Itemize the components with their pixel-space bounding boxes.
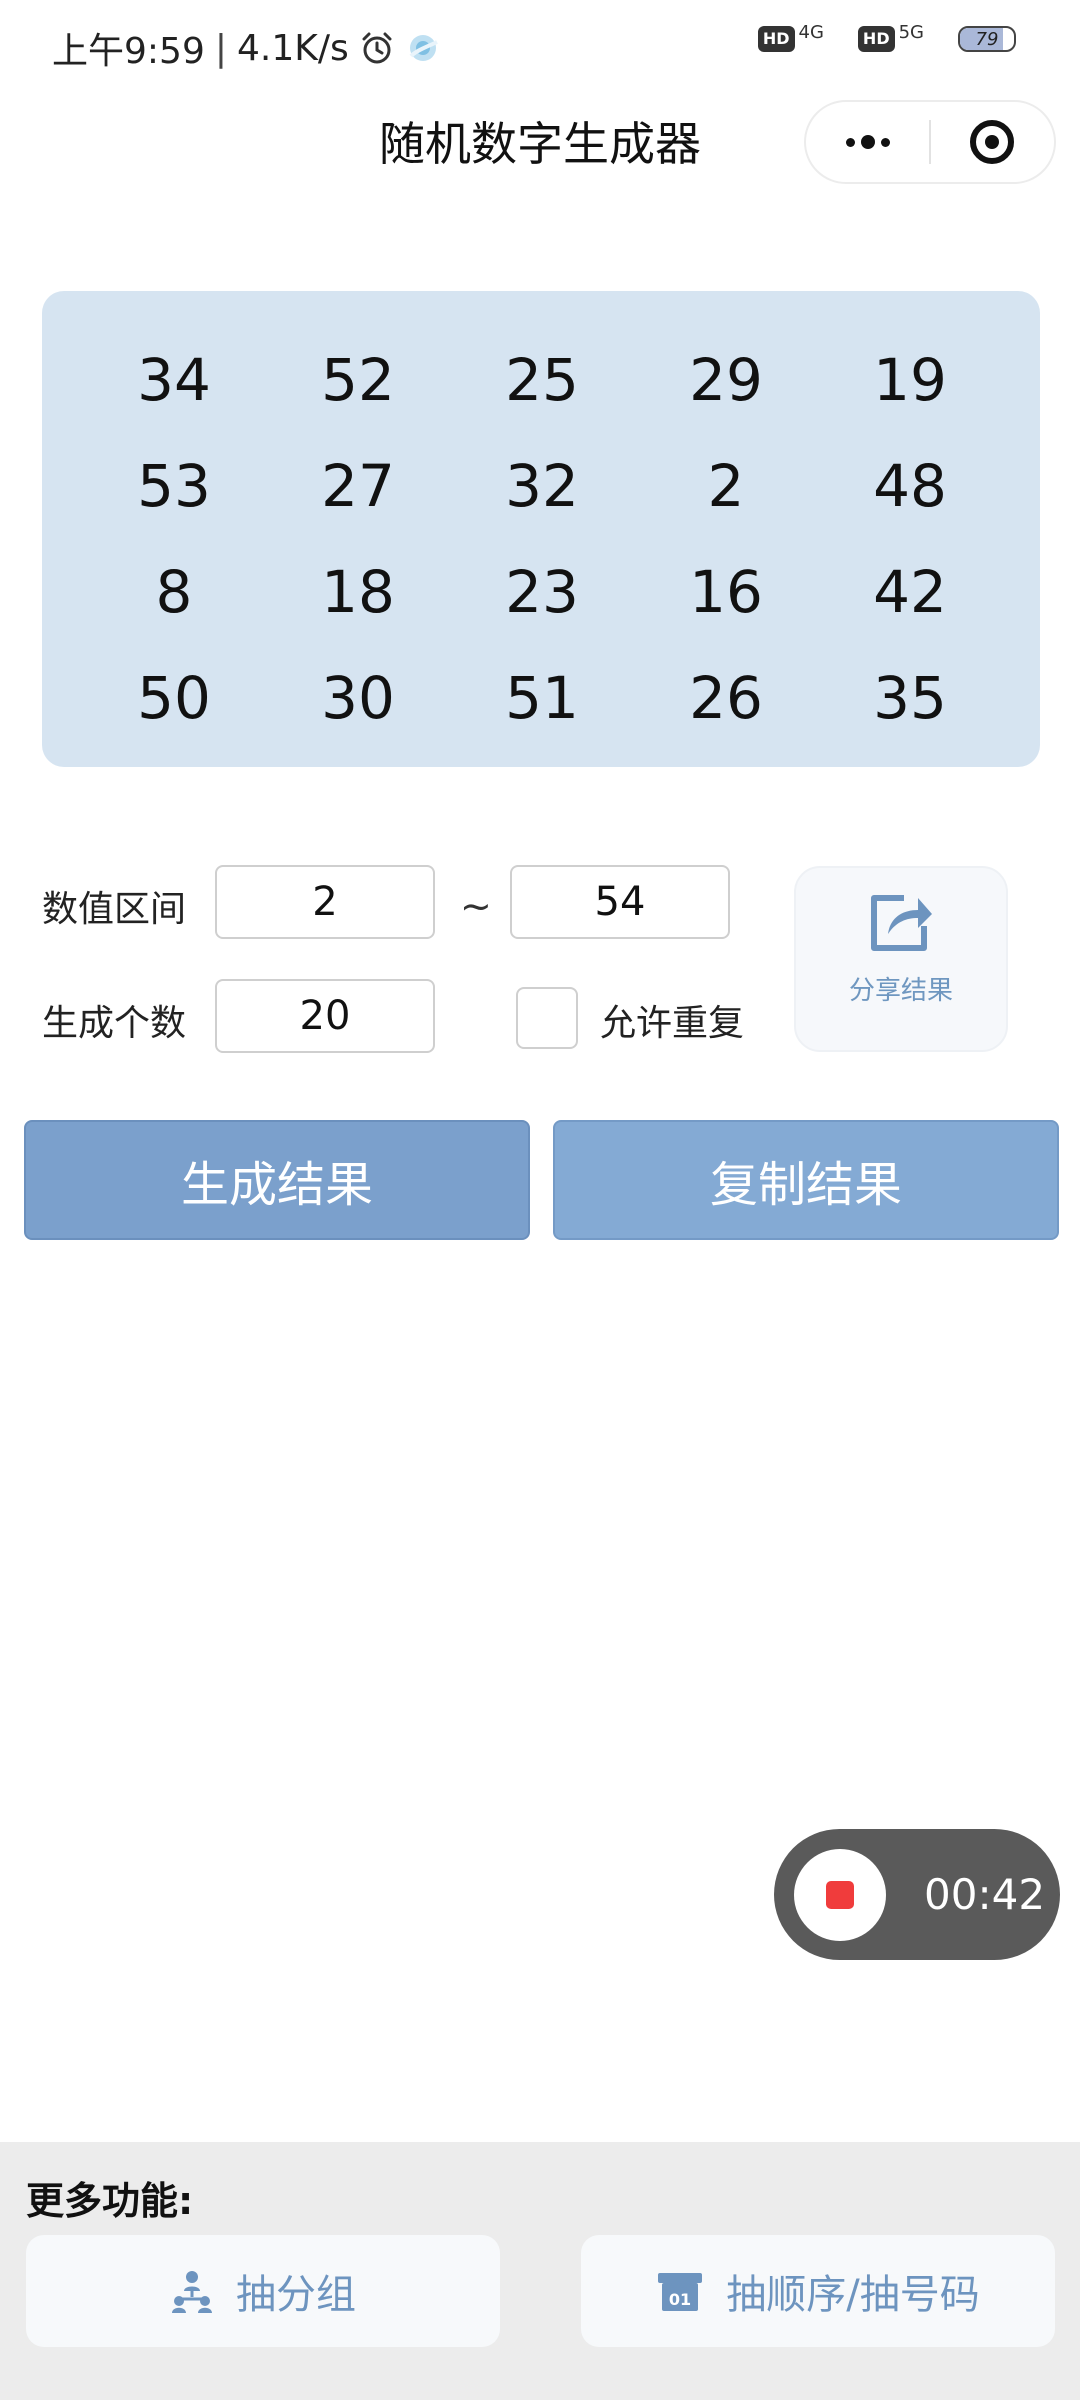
result-number: 27 bbox=[321, 452, 395, 520]
screen-recording-pill[interactable]: 00:42 bbox=[774, 1829, 1060, 1960]
range-label: 数值区间 bbox=[42, 889, 187, 930]
number-ticket-icon: 01 bbox=[658, 2273, 703, 2311]
result-number: 2 bbox=[707, 452, 745, 520]
allow-repeat-checkbox[interactable] bbox=[516, 987, 578, 1049]
share-icon bbox=[871, 895, 932, 951]
count-label: 生成个数 bbox=[42, 1003, 187, 1044]
result-number: 35 bbox=[873, 664, 947, 732]
battery-level: 79 bbox=[975, 28, 999, 50]
more-menu-button[interactable] bbox=[806, 102, 929, 182]
status-right: HD 4G HD 5G 79 bbox=[757, 22, 1016, 52]
result-number: 53 bbox=[137, 452, 211, 520]
result-number: 30 bbox=[321, 664, 395, 732]
count-input[interactable]: 20 bbox=[215, 979, 435, 1053]
result-number: 32 bbox=[505, 452, 579, 520]
battery-icon: 79 bbox=[958, 26, 1016, 52]
more-features-title: 更多功能: bbox=[26, 2179, 194, 2223]
status-speed: 4.1K/s bbox=[236, 27, 349, 69]
draw-order-button[interactable]: 01 抽顺序/抽号码 bbox=[581, 2235, 1055, 2347]
app-status-icon bbox=[405, 30, 441, 66]
range-min-input[interactable]: 2 bbox=[215, 865, 435, 939]
result-number: 18 bbox=[321, 558, 395, 626]
status-left: 上午9:59 | 4.1K/s bbox=[52, 22, 441, 74]
stop-recording-button[interactable] bbox=[794, 1848, 886, 1941]
result-number: 42 bbox=[873, 558, 947, 626]
result-number: 16 bbox=[689, 558, 763, 626]
result-number: 19 bbox=[873, 346, 947, 414]
network-4g-indicator: HD 4G bbox=[757, 22, 824, 52]
result-number: 48 bbox=[873, 452, 947, 520]
draw-groups-button[interactable]: 抽分组 bbox=[26, 2235, 500, 2347]
network-5g-label: 5G bbox=[898, 22, 924, 43]
copy-result-button[interactable]: 复制结果 bbox=[553, 1120, 1059, 1240]
ticket-number: 01 bbox=[669, 2290, 691, 2309]
result-number: 25 bbox=[505, 346, 579, 414]
more-features-section: 更多功能: 抽分组 01 抽顺序/抽号码 bbox=[0, 2142, 1080, 2400]
status-time: 上午9:59 bbox=[52, 31, 205, 72]
result-number: 34 bbox=[137, 346, 211, 414]
page: 上午9:59 | 4.1K/s HD 4G HD 5G 79 随机数字生成器 3… bbox=[0, 0, 1080, 2400]
result-number: 26 bbox=[689, 664, 763, 732]
result-number: 51 bbox=[505, 664, 579, 732]
results-panel: 34 52 25 29 19 53 27 32 2 48 8 18 23 16 … bbox=[42, 291, 1040, 767]
alarm-icon bbox=[359, 30, 395, 66]
network-4g-label: 4G bbox=[798, 22, 824, 43]
status-separator: | bbox=[214, 27, 227, 69]
share-result-label: 分享结果 bbox=[848, 976, 953, 1006]
status-bar: 上午9:59 | 4.1K/s HD 4G HD 5G 79 bbox=[0, 0, 1080, 100]
stop-icon bbox=[826, 1880, 854, 1909]
allow-repeat-label: 允许重复 bbox=[600, 1003, 745, 1044]
more-dots-icon bbox=[845, 135, 890, 149]
close-target-icon bbox=[970, 120, 1015, 164]
hd-signal-icon: HD bbox=[757, 26, 795, 52]
results-grid: 34 52 25 29 19 53 27 32 2 48 8 18 23 16 … bbox=[82, 327, 1000, 751]
group-icon bbox=[172, 2271, 212, 2313]
close-mini-program-button[interactable] bbox=[931, 102, 1054, 182]
network-5g-indicator: HD 5G bbox=[857, 22, 924, 52]
result-number: 8 bbox=[155, 558, 193, 626]
result-number: 52 bbox=[321, 346, 395, 414]
recording-timer: 00:42 bbox=[924, 1870, 1046, 1919]
mini-program-capsule bbox=[804, 100, 1056, 184]
share-result-button[interactable]: 分享结果 bbox=[794, 866, 1008, 1052]
result-number: 23 bbox=[505, 558, 579, 626]
result-number: 29 bbox=[689, 346, 763, 414]
draw-groups-label: 抽分组 bbox=[236, 2272, 356, 2318]
range-separator: ~ bbox=[460, 884, 492, 928]
hd-signal-icon: HD bbox=[857, 26, 895, 52]
draw-order-label: 抽顺序/抽号码 bbox=[726, 2272, 980, 2318]
generate-result-button[interactable]: 生成结果 bbox=[24, 1120, 530, 1240]
range-max-input[interactable]: 54 bbox=[510, 865, 730, 939]
result-number: 50 bbox=[137, 664, 211, 732]
